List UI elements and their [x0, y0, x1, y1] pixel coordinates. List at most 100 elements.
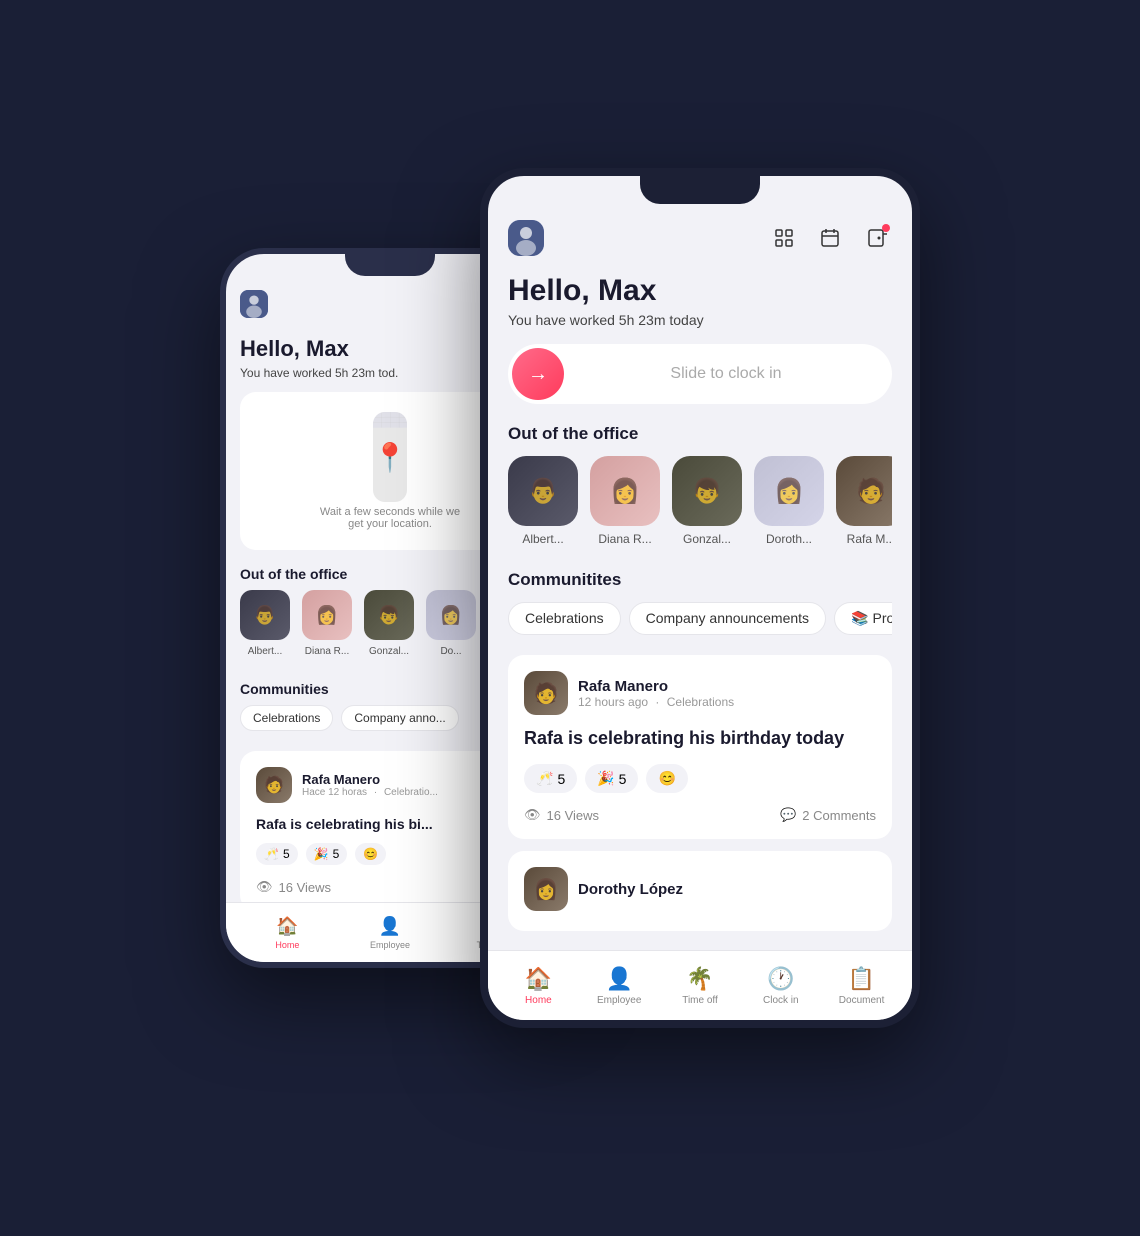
front-tags-row: Celebrations Company announcements 📚Pro.…: [508, 602, 892, 639]
front-communities-title: Communitites: [508, 570, 892, 590]
front-person-avatar-4: 👩: [754, 456, 824, 526]
notification-badge: [882, 224, 890, 232]
front-post2-header: 👩 Dorothy López: [524, 867, 876, 911]
front-person-avatar-2: 👩: [590, 456, 660, 526]
person-item[interactable]: 👩 Doroth...: [754, 456, 824, 546]
front-person-avatar-1: 👨: [508, 456, 578, 526]
front-phone-notch: [640, 176, 760, 204]
avatar[interactable]: [508, 220, 544, 256]
front-person-name-4: Doroth...: [766, 532, 812, 546]
tasks-icon-btn[interactable]: [768, 222, 800, 254]
front-post-header: 🧑 Rafa Manero 12 hours ago · Celebration…: [524, 671, 876, 715]
phones-container: Hello, Max You have worked 5h 23m tod.: [220, 168, 920, 1068]
person-name-1: Albert...: [248, 646, 282, 657]
avatar[interactable]: [240, 290, 268, 318]
comments-icon: 💬: [780, 807, 796, 823]
front-out-of-office-title: Out of the office: [508, 424, 892, 444]
front-nav-clockin[interactable]: 🕐 Clock in: [740, 966, 821, 1006]
front-nav-document[interactable]: 📋 Document: [821, 966, 902, 1006]
back-tag-celebrations[interactable]: Celebrations: [240, 705, 333, 731]
person-avatar-1: 👨: [240, 590, 290, 640]
person-item[interactable]: 🧑 Rafa M...: [836, 456, 892, 546]
location-text: Wait a few seconds while weget your loca…: [320, 506, 460, 530]
front-person-name-5: Rafa M...: [847, 532, 892, 546]
calendar-icon-btn[interactable]: [814, 222, 846, 254]
front-person-avatar-3: 👦: [672, 456, 742, 526]
back-tag-company-anno[interactable]: Company anno...: [341, 705, 458, 731]
front-person-avatar-5: 🧑: [836, 456, 892, 526]
person-avatar-3: 👦: [364, 590, 414, 640]
back-phone-notch: [345, 254, 435, 276]
back-reaction-smile[interactable]: 😊: [355, 843, 386, 865]
slide-arrow: →: [528, 363, 548, 386]
person-item[interactable]: 👦 Gonzal...: [364, 590, 414, 657]
front-phone-scroll: Hello, Max You have worked 5h 23m today …: [488, 268, 912, 1006]
front-phone-header: [488, 212, 912, 264]
front-views-stat: 👁 16 Views: [524, 807, 599, 823]
front-person-name-1: Albert...: [522, 532, 563, 546]
document-icon: 📋: [848, 966, 875, 992]
front-post2-avatar: 👩: [524, 867, 568, 911]
front-post-author-avatar: 🧑: [524, 671, 568, 715]
front-post-card-2[interactable]: 👩 Dorothy López: [508, 851, 892, 931]
front-nav-timeoff[interactable]: 🌴 Time off: [660, 966, 741, 1006]
front-tag-company-announcements[interactable]: Company announcements: [629, 602, 826, 635]
person-item[interactable]: 👩 Diana R...: [302, 590, 352, 657]
front-person-name-3: Gonzal...: [683, 532, 731, 546]
person-avatar-4: 👩: [426, 590, 476, 640]
slide-button[interactable]: →: [512, 348, 564, 400]
slide-to-clock-container[interactable]: → Slide to clock in: [508, 344, 892, 404]
back-nav-home[interactable]: 🏠 Home: [236, 916, 339, 950]
person-item[interactable]: 👦 Gonzal...: [672, 456, 742, 546]
front-bottom-nav: 🏠 Home 👤 Employee 🌴 Time off 🕐 Clock in …: [488, 950, 912, 1020]
front-post-card[interactable]: 🧑 Rafa Manero 12 hours ago · Celebration…: [508, 655, 892, 839]
front-post2-meta: Dorothy López: [578, 881, 876, 898]
home-icon: 🏠: [525, 966, 552, 992]
back-views-stat: 👁 16 Views: [256, 879, 331, 895]
door-icon-btn[interactable]: [860, 222, 892, 254]
front-post-time: 12 hours ago · Celebrations: [578, 695, 876, 709]
person-item[interactable]: 👨 Albert...: [240, 590, 290, 657]
back-post-author-avatar: 🧑: [256, 767, 292, 803]
front-post-stats: 👁 16 Views 💬 2 Comments: [524, 807, 876, 823]
front-person-name-2: Diana R...: [598, 532, 651, 546]
person-avatar-2: 👩: [302, 590, 352, 640]
back-nav-employee[interactable]: 👤 Employee: [339, 916, 442, 950]
front-comments-stat: 💬 2 Comments: [780, 807, 876, 823]
employee-icon: 👤: [605, 966, 632, 992]
back-reaction-champagne[interactable]: 🥂 5: [256, 843, 298, 865]
front-phone: Hello, Max You have worked 5h 23m today …: [480, 168, 920, 1028]
front-post-title: Rafa is celebrating his birthday today: [524, 727, 876, 750]
views-icon: 👁: [524, 807, 541, 823]
person-name-4: Do...: [440, 646, 461, 657]
front-reactions-row: 🥂 5 🎉 5 😊: [524, 764, 876, 793]
front-post-author: Rafa Manero: [578, 678, 876, 695]
header-icons: [768, 222, 892, 254]
front-nav-home[interactable]: 🏠 Home: [498, 966, 579, 1006]
person-name-3: Gonzal...: [369, 646, 409, 657]
front-post2-author: Dorothy López: [578, 881, 876, 898]
timeoff-icon: 🌴: [686, 966, 713, 992]
front-avatars-row: 👨 Albert... 👩 Diana R... 👦: [508, 456, 892, 550]
back-reaction-party[interactable]: 🎉 5: [306, 843, 348, 865]
person-item[interactable]: 👩 Do...: [426, 590, 476, 657]
clockin-icon: 🕐: [767, 966, 794, 992]
front-greeting: Hello, Max: [508, 268, 892, 312]
slide-text: Slide to clock in: [564, 365, 888, 383]
front-reaction-champagne[interactable]: 🥂 5: [524, 764, 577, 793]
front-tag-pro[interactable]: 📚Pro...: [834, 602, 892, 635]
front-post-meta: Rafa Manero 12 hours ago · Celebrations: [578, 678, 876, 709]
person-item[interactable]: 👨 Albert...: [508, 456, 578, 546]
front-phone-content: Hello, Max You have worked 5h 23m today …: [488, 176, 912, 1020]
employee-icon: 👤: [379, 916, 401, 937]
map-visual: 📍: [373, 412, 408, 502]
front-reaction-party[interactable]: 🎉 5: [585, 764, 638, 793]
front-reaction-smile[interactable]: 😊: [646, 764, 687, 793]
front-tag-celebrations[interactable]: Celebrations: [508, 602, 621, 635]
map-pin-icon: 📍: [373, 441, 408, 474]
front-communities-section: Communitites Celebrations Company announ…: [508, 570, 892, 639]
person-item[interactable]: 👩 Diana R...: [590, 456, 660, 546]
home-icon: 🏠: [276, 916, 298, 937]
front-nav-employee[interactable]: 👤 Employee: [579, 966, 660, 1006]
front-subtitle: You have worked 5h 23m today: [508, 312, 892, 328]
